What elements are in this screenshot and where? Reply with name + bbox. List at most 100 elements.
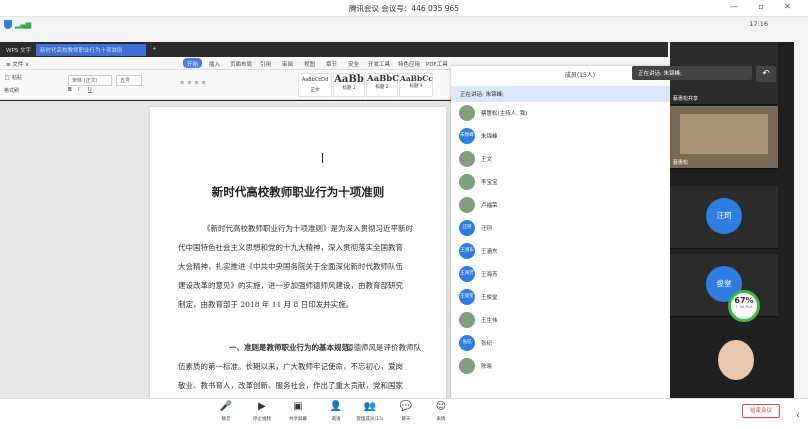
member-avatar	[459, 358, 475, 374]
meeting-app-window: 腾讯会议 会议号：446 035 965 — ▫ ✕ ▂▄▆ 17:16 WPS…	[0, 0, 808, 429]
self-video-avatar[interactable]	[718, 340, 754, 380]
doc-section-line-3: 敬业、教书育人，改革创新、服务社会，作出了重大贡献，党和国家	[178, 381, 403, 390]
member-name: 朱锦峰	[481, 134, 498, 140]
toolbar-label: 邀请	[331, 417, 341, 422]
manage-members-button[interactable]: 👥 管理成员(15)	[356, 401, 384, 422]
member-name: 陈晓	[481, 364, 493, 370]
video-avatar: 汪珂	[706, 198, 742, 234]
menu-reference[interactable]: 引用	[260, 60, 271, 68]
member-name: 蔡惠松(主持人, 我)	[481, 111, 528, 117]
member-avatar	[459, 312, 475, 328]
member-name: 张纪	[481, 341, 493, 347]
new-tab-button[interactable]: +	[148, 44, 161, 56]
toolbar-label: 停止视频	[253, 417, 271, 422]
menu-view[interactable]: 视图	[304, 60, 315, 68]
font-size-select[interactable]: 五号	[116, 75, 142, 86]
collapse-arrow-icon[interactable]: ‹	[796, 410, 800, 421]
stop-video-button[interactable]: ▶ 停止视频	[248, 401, 276, 422]
window-controls[interactable]: — ▫ ✕	[730, 2, 800, 11]
member-name: 王生伟	[481, 318, 498, 324]
end-meeting-button[interactable]: 结束会议	[742, 404, 780, 418]
member-name: 汪珂	[481, 226, 493, 232]
member-avatar	[459, 151, 475, 167]
clock: 17:16	[749, 20, 768, 28]
doc-line-1: 《新时代高校教师职业行为十项准则》是为深入贯彻习近平新时	[203, 224, 413, 233]
member-name: 王俊堂	[481, 295, 498, 301]
doc-line-2: 代中国特色社会主义思想和党的十九大精神，深入贯彻落实全国教育	[178, 243, 403, 252]
video-speaking-tag: 正在讲话: 朱锦峰;	[632, 66, 752, 80]
room-video-feed	[680, 114, 768, 154]
underline-button[interactable]: U	[88, 87, 92, 93]
mute-icon: 🎤	[219, 401, 233, 412]
doc-line-5: 制定，由教育部于 2018 年 11 月 8 日印发并实施。	[178, 300, 354, 309]
style-heading-2[interactable]: AaBbC 标题 2	[366, 73, 399, 97]
menu-security[interactable]: 安全	[348, 60, 359, 68]
reaction-button[interactable]: ☺ 表情	[427, 401, 455, 422]
doc-line-3: 大会精神，扎实推进《中共中央国务院关于全面深化新时代教师队伍	[178, 262, 403, 271]
member-avatar	[459, 197, 475, 213]
chat-icon: 💬	[399, 401, 413, 412]
menu-layout[interactable]: 页面布局	[230, 60, 252, 68]
reaction-icon: ☺	[435, 401, 447, 412]
member-avatar: 汪珂	[459, 220, 475, 236]
video-tile-3[interactable]: 汪珂	[670, 186, 778, 249]
stop-video-icon: ▶	[258, 401, 266, 412]
menu-insert[interactable]: 插入	[209, 60, 220, 68]
member-avatar: 王涵东	[459, 243, 475, 259]
menu-pdf-tools[interactable]: PDF工具	[426, 60, 448, 68]
format-painter-button[interactable]: 格式刷	[4, 87, 19, 94]
toolbar-label: 管理成员(15)	[356, 417, 384, 422]
paste-button[interactable]: 📋 粘贴	[4, 74, 22, 81]
invite-button[interactable]: 👤 邀请	[322, 401, 350, 422]
document-title: 新时代高校教师职业行为十项准则	[211, 185, 385, 199]
chat-button[interactable]: 💬 聊天	[392, 401, 420, 422]
toolbar-label: 共享屏幕	[289, 417, 307, 422]
signal-icon: ▂▄▆	[15, 21, 32, 29]
toolbar-label: 聊天	[401, 417, 411, 422]
menu-review[interactable]: 审阅	[282, 60, 293, 68]
paragraph-align-buttons[interactable]: ≡≡≡≡	[180, 80, 209, 86]
style-normal[interactable]: AaBbCcDd 正文	[298, 73, 332, 97]
shield-icon[interactable]	[4, 20, 12, 29]
bold-button[interactable]: B	[68, 87, 72, 93]
member-name: 王文	[481, 157, 493, 163]
member-name: 王海芳	[481, 272, 498, 278]
video-tile-2[interactable]: 蔡惠松	[670, 106, 778, 169]
video-tile-name: 蔡惠松共享	[673, 96, 699, 102]
doc-section-line-2: 伍素质的第一标准。长期以来，广大教师牢记使命，不忘初心，爱岗	[178, 362, 403, 371]
net-speed: ↑ 36.7K/s	[735, 305, 753, 309]
share-screen-button[interactable]: ▣ 共享屏幕	[284, 401, 312, 422]
style-heading-3[interactable]: AaBbCc 标题 3	[399, 73, 433, 97]
member-avatar: 朱锦峰	[459, 128, 475, 144]
wps-file-menu[interactable]: ≡ 文件 ∨	[6, 60, 29, 68]
meeting-title: 腾讯会议 会议号：446 035 965	[348, 4, 460, 13]
menu-chapter[interactable]: 章节	[326, 60, 337, 68]
network-status-badge: 67% ↑ 36.7K/s	[728, 290, 760, 322]
menu-start[interactable]: 开始	[183, 58, 203, 68]
toolbar-label: 静音	[221, 417, 231, 422]
mute-button[interactable]: 🎤 静音	[212, 401, 240, 422]
wps-doc-tab[interactable]: 新时代高校教师职业行为十项准则	[36, 44, 146, 56]
video-tile-4[interactable]: 俊堂	[670, 254, 778, 317]
style-heading-1[interactable]: AaBb 标题 1	[333, 73, 365, 97]
text-cursor	[322, 153, 323, 163]
member-avatar: 王海芳	[459, 266, 475, 282]
wps-tab-bar: WPS 文字 新时代高校教师职业行为十项准则 +	[0, 42, 668, 57]
wps-app-tab[interactable]: WPS 文字	[2, 44, 35, 56]
video-tile-name: 蔡惠松	[673, 160, 689, 166]
menu-dev-tools[interactable]: 开发工具	[368, 60, 390, 68]
member-avatar	[459, 174, 475, 190]
member-name: 李宝宝	[481, 180, 498, 186]
battery-percent: 67%	[734, 296, 754, 305]
back-arrow-icon[interactable]: ↶	[756, 66, 776, 82]
speaking-text: 正在讲话: 朱锦峰;	[460, 92, 504, 98]
font-name-select[interactable]: 宋体 (正文)	[68, 75, 112, 86]
member-name: 王涵东	[481, 249, 498, 255]
invite-icon: 👤	[329, 401, 343, 412]
member-name: 卢福荣	[481, 203, 498, 209]
share-screen-icon: ▣	[293, 401, 303, 412]
italic-button[interactable]: I	[78, 87, 79, 93]
member-avatar: 张纪	[459, 335, 475, 351]
manage-members-icon: 👥	[363, 401, 377, 412]
menu-features[interactable]: 特色应用	[398, 60, 420, 68]
